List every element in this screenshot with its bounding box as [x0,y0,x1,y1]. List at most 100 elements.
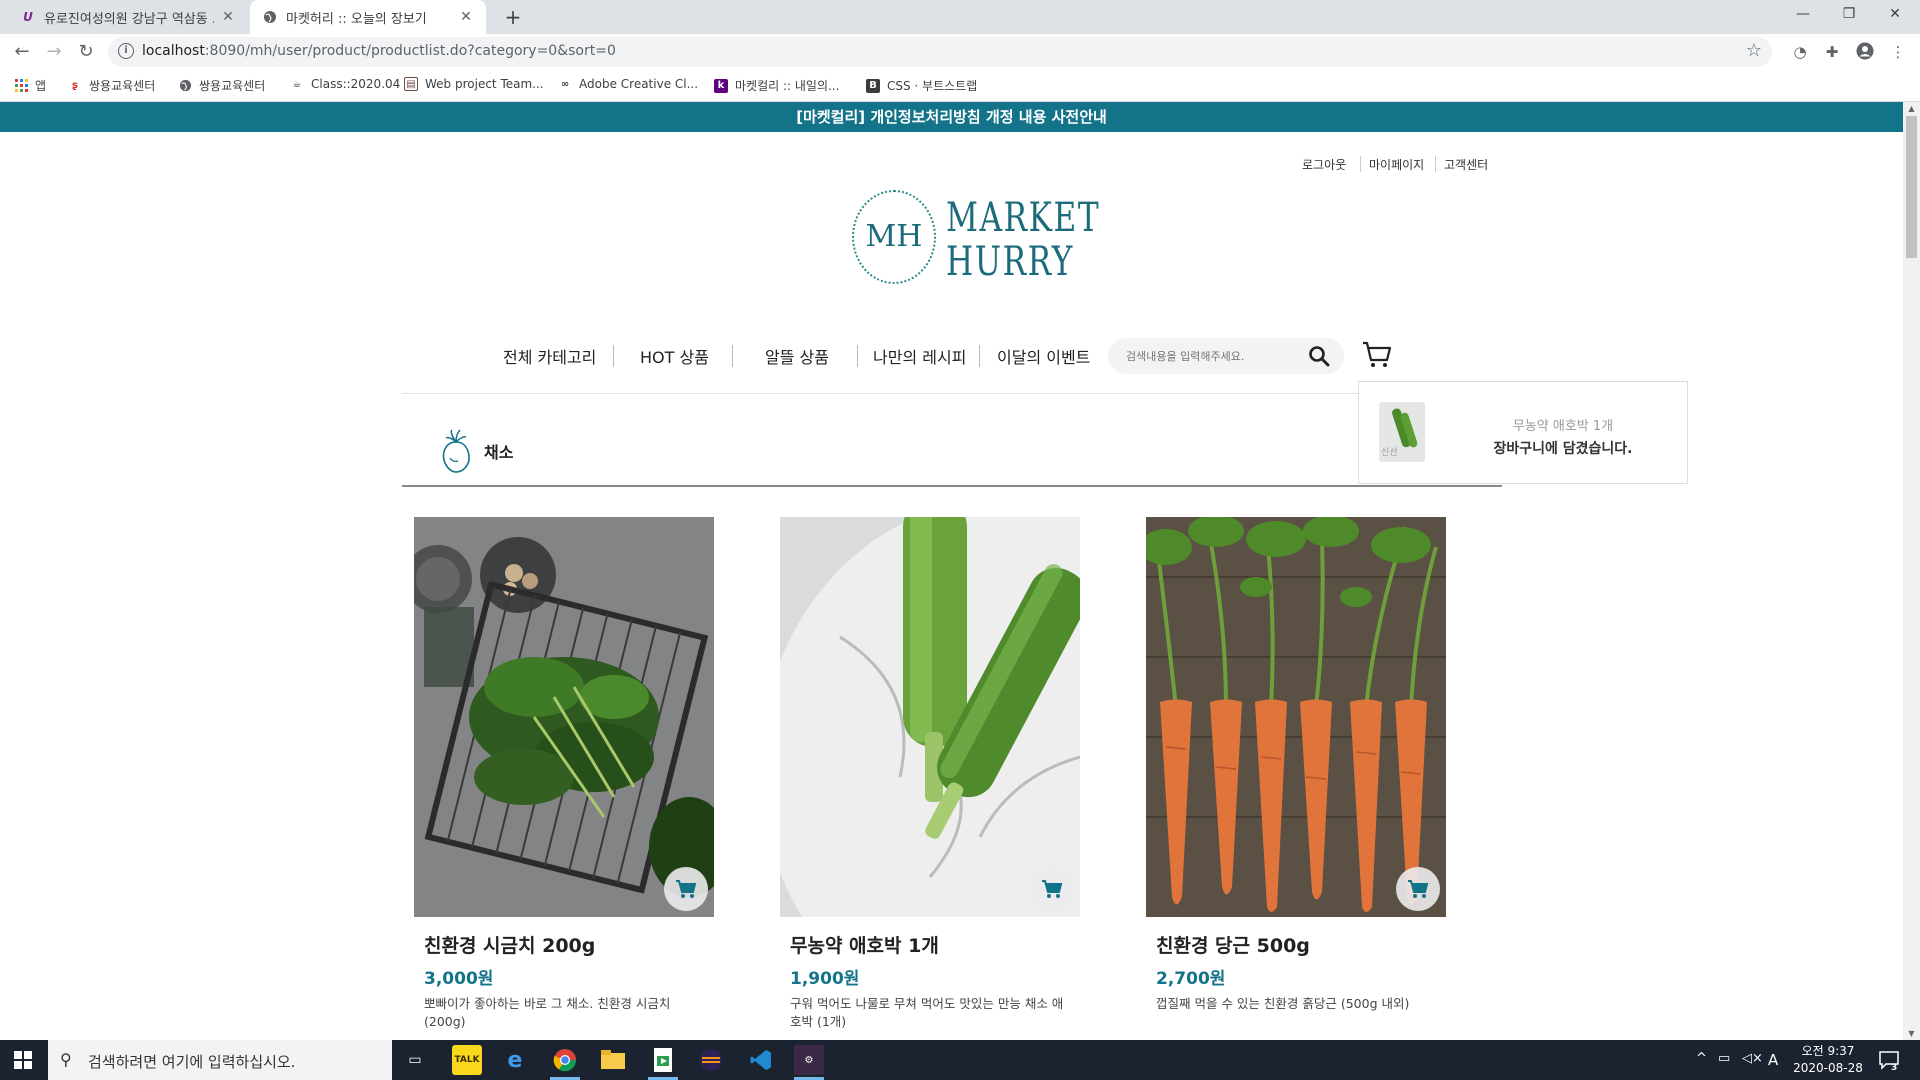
media-app-icon[interactable] [648,1045,678,1075]
scroll-up-icon[interactable]: ▲ [1903,104,1920,113]
taskbar-search[interactable]: ⚲ 검색하려면 여기에 입력하십시오. [48,1040,392,1080]
logo-line-2: HURRY [946,239,1074,285]
product-card[interactable]: 무농약 애호박 1개 1,900원 구워 먹어도 나물로 무쳐 먹어도 맛있는 … [780,517,1080,1031]
bootstrap-icon: B [866,78,880,93]
url-text[interactable]: localhost:8090/mh/user/product/productli… [142,43,616,59]
nav-bargain-products[interactable]: 알뜰 상품 [765,344,829,368]
add-to-cart-button[interactable] [664,867,708,911]
mypage-link[interactable]: 마이페이지 [1369,156,1424,173]
url-path: :8090/mh/user/product/productlist.do?cat… [204,43,616,59]
close-icon[interactable]: ✕ [458,9,474,25]
bookmark-kurly[interactable]: k 마켓컬리 :: 내일의... [714,77,839,94]
page-scrollbar[interactable]: ▲ ▼ [1903,102,1920,1040]
util-divider [1360,156,1361,172]
extension-icon[interactable]: ◔ [1790,42,1810,62]
file-explorer-icon[interactable] [598,1045,628,1075]
bookmark-apps[interactable]: 앱 [14,77,46,94]
product-name[interactable]: 무농약 애호박 1개 [780,931,1080,958]
restore-icon[interactable]: ❐ [1826,0,1872,30]
creative-cloud-icon: ∞ [560,78,570,90]
notification-center-icon[interactable]: 3 [1874,1045,1904,1075]
product-image-carrot[interactable] [1146,517,1446,917]
product-name[interactable]: 친환경 시금치 200g [414,931,714,958]
forward-icon[interactable]: → [42,40,66,64]
game-app-icon[interactable]: ⚙ [794,1045,824,1075]
puzzle-icon[interactable]: ✚ [1822,42,1842,62]
nav-hot-products[interactable]: HOT 상품 [640,344,709,368]
apps-icon [14,79,28,93]
bookmark-label: 앱 [35,79,47,93]
notification-count: 3 [1891,1063,1897,1071]
back-icon[interactable]: ← [10,40,34,64]
vegetable-radish-icon [442,429,470,473]
nav-my-recipe[interactable]: 나만의 레시피 [873,344,966,368]
internet-explorer-icon[interactable]: e [500,1045,530,1075]
product-image-zucchini[interactable] [780,517,1080,917]
coffee-icon: ☕ [292,78,302,90]
vscode-icon[interactable] [746,1045,776,1075]
bookmark-label: Class::2020.04 [311,77,401,91]
cart-icon [676,880,697,898]
minimize-icon[interactable]: — [1780,0,1826,30]
product-image-spinach[interactable] [414,517,714,917]
menu-icon[interactable]: ⋮ [1888,42,1908,62]
search-icon[interactable] [1308,345,1330,367]
close-icon[interactable]: ✕ [220,9,236,25]
search-icon: ⚲ [60,1050,72,1069]
globe-icon [178,79,192,93]
product-price: 2,700원 [1156,969,1226,989]
product-price: 1,900원 [790,969,860,989]
windows-start-button[interactable] [0,1040,46,1080]
cart-icon[interactable] [1362,340,1392,370]
search-input[interactable] [1126,346,1296,366]
task-view-icon[interactable]: ▭ [400,1045,430,1075]
nav-divider [979,345,980,367]
tray-chevron-icon[interactable]: ^ [1696,1051,1707,1066]
address-bar[interactable]: i localhost:8090/mh/user/product/product… [108,37,1772,67]
chrome-icon[interactable] [550,1045,580,1075]
volume-muted-icon[interactable]: ◁× [1742,1051,1763,1066]
product-search [1108,338,1344,374]
reload-icon[interactable]: ↻ [74,40,98,64]
add-to-cart-button[interactable] [1030,867,1074,911]
bookmark-ssangyong-2[interactable]: 쌍용교육센터 [178,77,265,94]
new-tab-button[interactable]: + [500,4,526,30]
nav-divider [857,345,858,367]
profile-icon[interactable] [1855,42,1875,62]
bookmark-bootstrap[interactable]: B CSS · 부트스트랩 [866,77,977,94]
bookmarks-bar: 앱 ʂ 쌍용교육센터 쌍용교육센터 ☕ Class::2020.04 ▤ Web… [0,70,1920,102]
bookmark-adobe[interactable]: ∞ Adobe Creative Cl... [558,77,698,91]
site-logo[interactable]: MH MARKET HURRY [852,190,1099,288]
notice-banner[interactable]: [마켓컬리] 개인정보처리방침 개정 내용 사전안내 [0,102,1903,132]
bookmark-label: Adobe Creative Cl... [579,77,699,91]
bookmark-ssangyong-1[interactable]: ʂ 쌍용교육센터 [68,77,155,94]
kakaotalk-icon[interactable]: TALK [452,1045,482,1075]
product-card[interactable]: 친환경 시금치 200g 3,000원 뽀빠이가 좋아하는 바로 그 채소. 친… [414,517,714,1031]
add-to-cart-button[interactable] [1396,867,1440,911]
bookmark-web-project[interactable]: ▤ Web project Team... [404,77,544,91]
logout-link[interactable]: 로그아웃 [1302,156,1346,173]
red-logo-icon: ʂ [72,80,78,91]
network-icon[interactable]: ▭ [1718,1051,1730,1066]
scrollbar-thumb[interactable] [1906,116,1917,258]
eclipse-icon[interactable] [696,1045,726,1075]
tab-urojin[interactable]: U 유로진여성의원 강남구 역삼동 .. ✕ [8,0,248,34]
bookmark-star-icon[interactable]: ☆ [1746,40,1762,61]
tab-markethurry[interactable]: 마켓허리 :: 오늘의 장보기 ✕ [250,0,486,34]
scroll-down-icon[interactable]: ▼ [1903,1029,1920,1038]
customer-center-link[interactable]: 고객센터 [1444,156,1488,173]
window-close-icon[interactable]: ✕ [1872,0,1918,30]
product-description: 뽀빠이가 좋아하는 바로 그 채소. 친환경 시금치 (200g) [424,996,671,1029]
site-info-icon[interactable]: i [118,43,134,59]
nav-all-categories[interactable]: 전체 카테고리 [503,344,596,368]
clock-date: 2020-08-28 [1793,1061,1863,1075]
header-divider [402,393,1502,394]
product-name[interactable]: 친환경 당근 500g [1146,931,1446,958]
product-card[interactable]: 친환경 당근 500g 2,700원 껍질째 먹을 수 있는 친환경 흙당근 (… [1146,517,1446,1013]
globe-icon [262,9,278,25]
taskbar-clock[interactable]: 오전 9:37 2020-08-28 [1786,1043,1870,1077]
nav-divider [732,345,733,367]
bookmark-class[interactable]: ☕ Class::2020.04 [290,77,401,91]
ime-indicator[interactable]: A [1768,1051,1778,1069]
nav-monthly-event[interactable]: 이달의 이벤트 [997,344,1090,368]
